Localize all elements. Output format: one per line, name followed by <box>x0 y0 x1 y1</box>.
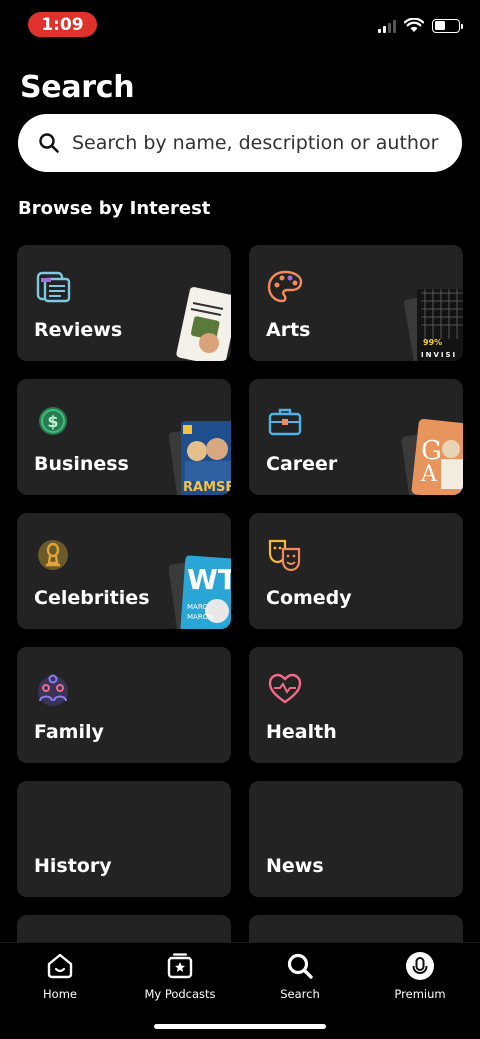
category-card-celebrities[interactable]: Celebrities WT MARC MARON <box>17 513 231 629</box>
premium-icon <box>406 952 434 980</box>
category-card-business[interactable]: $ Business RAMSE <box>17 379 231 495</box>
cellular-signal-icon <box>378 19 396 33</box>
search-input[interactable] <box>72 132 442 154</box>
podcast-cover-art: G A <box>401 419 463 495</box>
podcast-cover-art <box>176 287 231 361</box>
category-card-comedy[interactable]: Comedy <box>249 513 463 629</box>
tab-home[interactable]: Home <box>10 951 110 1001</box>
heart-pulse-icon <box>268 673 302 704</box>
status-time: 1:09 <box>28 12 97 37</box>
battery-icon <box>432 18 463 33</box>
reviews-icon <box>36 271 71 303</box>
family-icon <box>38 674 68 706</box>
palette-icon <box>267 270 303 303</box>
category-card-health[interactable]: Health <box>249 647 463 763</box>
status-bar: 1:09 <box>0 0 480 48</box>
page-title: Search <box>20 70 135 105</box>
browse-section-title: Browse by Interest <box>18 198 211 219</box>
search-field[interactable] <box>18 114 462 172</box>
tab-search[interactable]: Search <box>250 951 350 1001</box>
tab-premium[interactable]: Premium <box>370 951 470 1001</box>
category-label: Reviews <box>34 319 123 341</box>
search-icon <box>39 133 59 153</box>
wifi-icon <box>404 18 424 32</box>
category-grid: Reviews Arts 99% INVISI $ Business RAMSE… <box>17 245 463 1031</box>
category-label: Health <box>266 721 337 743</box>
svg-text:INVISI: INVISI <box>421 351 457 359</box>
svg-text:MARON: MARON <box>187 613 213 621</box>
podcast-cover-art: RAMSE <box>169 421 231 495</box>
category-card-career[interactable]: Career G A <box>249 379 463 495</box>
category-label: Business <box>34 453 129 475</box>
category-card-history[interactable]: History <box>17 781 231 897</box>
podcast-cover-art: WT MARC MARON <box>169 555 231 629</box>
svg-text:$: $ <box>47 412 58 431</box>
podcasts-icon <box>167 953 193 979</box>
bottom-tab-bar: Home My Podcasts Search Premium <box>0 942 480 1039</box>
category-label: Family <box>34 721 104 743</box>
tab-my-podcasts[interactable]: My Podcasts <box>130 951 230 1001</box>
category-label: History <box>34 855 112 877</box>
tab-label: Search <box>280 987 320 1001</box>
home-icon <box>47 953 73 979</box>
briefcase-icon <box>268 408 302 436</box>
svg-text:MARC: MARC <box>187 603 207 611</box>
tab-label: Home <box>43 987 77 1001</box>
category-card-arts[interactable]: Arts 99% INVISI <box>249 245 463 361</box>
svg-text:99%: 99% <box>423 338 442 347</box>
category-label: Career <box>266 453 338 475</box>
svg-text:WT: WT <box>187 563 231 596</box>
award-icon <box>38 540 68 570</box>
tab-label: Premium <box>394 987 446 1001</box>
tab-label: My Podcasts <box>144 987 216 1001</box>
svg-text:RAMSE: RAMSE <box>183 480 231 495</box>
home-indicator[interactable] <box>154 1024 326 1029</box>
category-label: Celebrities <box>34 587 150 609</box>
battery-level <box>434 21 445 30</box>
dollar-coin-icon: $ <box>39 407 67 435</box>
category-label: News <box>266 855 324 877</box>
podcast-cover-art: 99% INVISI <box>403 289 463 361</box>
status-icons <box>378 18 463 33</box>
category-label: Comedy <box>266 587 352 609</box>
category-card-family[interactable]: Family <box>17 647 231 763</box>
category-card-reviews[interactable]: Reviews <box>17 245 231 361</box>
search-screen: 1:09 Search Browse by Interest <box>0 0 480 1039</box>
comedy-masks-icon <box>268 539 301 572</box>
search-icon <box>287 953 313 979</box>
category-card-news[interactable]: News <box>249 781 463 897</box>
svg-text:A: A <box>420 462 438 487</box>
category-label: Arts <box>266 319 311 341</box>
